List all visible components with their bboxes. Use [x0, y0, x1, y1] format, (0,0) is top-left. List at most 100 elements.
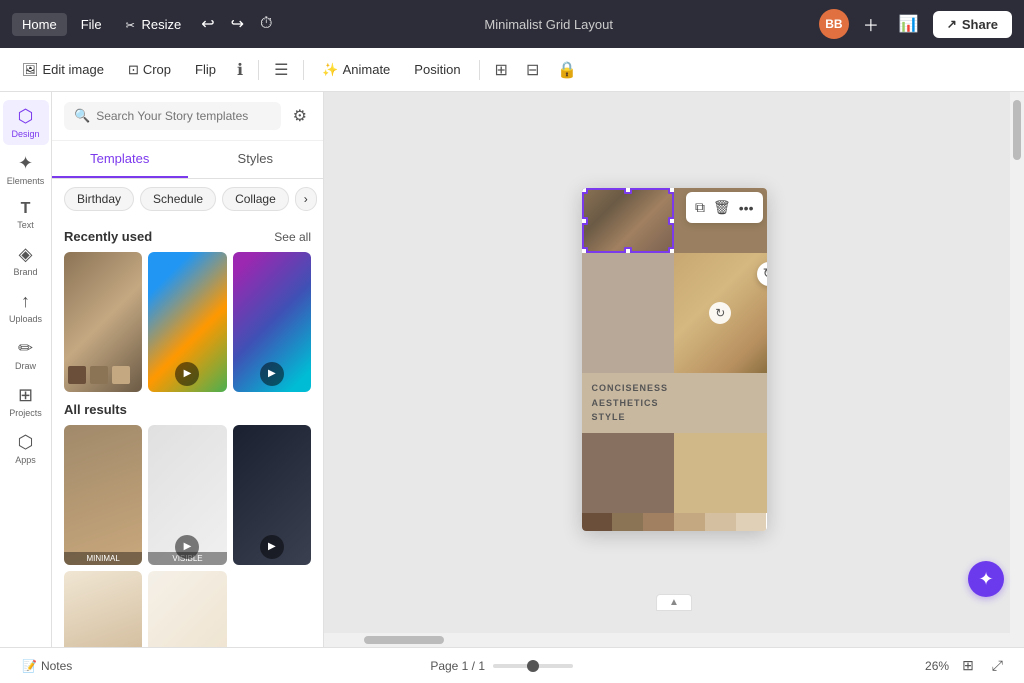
color-swatch-1 [582, 513, 613, 531]
result-template-4[interactable] [64, 571, 142, 647]
crop-button[interactable]: ⊡ Crop [118, 57, 181, 83]
canvas-card: ⧉ 🗑 ••• ↻ [582, 188, 767, 530]
share-button[interactable]: ↗ Share [933, 11, 1012, 38]
resize-button[interactable]: ✂ Resize [116, 13, 192, 36]
grid-view-button[interactable]: ⊞ [957, 654, 979, 677]
tab-templates[interactable]: Templates [52, 141, 188, 178]
file-button[interactable]: File [71, 13, 112, 36]
sel-handle-lm[interactable] [582, 217, 588, 225]
sidebar-item-projects[interactable]: ⊞ Projects [3, 379, 49, 424]
vertical-scroll-thumb[interactable] [1013, 100, 1021, 160]
collapse-button[interactable]: ▲ [656, 594, 692, 611]
resize-icon: ✂ [126, 20, 135, 32]
info-button[interactable]: ℹ [230, 55, 250, 85]
divider [258, 60, 259, 80]
edit-image-button[interactable]: 🖼 Edit image [12, 57, 114, 83]
filter-button[interactable]: ⚙ [289, 102, 311, 130]
result-template-1[interactable]: MINIMAL [64, 425, 142, 565]
avatar[interactable]: BB [819, 9, 849, 39]
sel-handle-tl[interactable] [582, 188, 588, 194]
play-overlay-3: ▶ [260, 362, 284, 386]
delete-button[interactable]: 🗑 [710, 196, 734, 219]
sidebar-label-brand: Brand [13, 267, 37, 277]
result-template-3[interactable]: ▶ [233, 425, 311, 565]
tab-styles[interactable]: Styles [188, 141, 324, 178]
animate-button[interactable]: ✨ Animate [312, 57, 400, 83]
search-input-wrap[interactable]: 🔍 [64, 102, 281, 130]
search-input[interactable] [96, 109, 270, 123]
result-template-2[interactable]: VISIBLE ▶ [148, 425, 226, 565]
analytics-button[interactable]: 📊 [893, 10, 925, 38]
vertical-scrollbar[interactable] [1010, 92, 1024, 647]
page-slider[interactable] [493, 664, 573, 668]
chip-collage[interactable]: Collage [222, 187, 289, 211]
sel-handle-tm[interactable] [624, 188, 632, 194]
page-slider-thumb[interactable] [527, 660, 539, 672]
recently-used-header: Recently used See all [64, 219, 311, 252]
doc-title: Minimalist Grid Layout [484, 17, 613, 32]
image-cell-bottom-right[interactable] [674, 433, 767, 513]
sidebar-icons: ⬡ Design ✦ Elements T Text ◈ Brand ↑ Upl… [0, 92, 52, 647]
apps-icon: ⬡ [18, 432, 34, 453]
lock-button[interactable]: 🔒 [550, 55, 584, 85]
color-swatch-2 [612, 513, 643, 531]
recent-template-1[interactable] [64, 252, 142, 392]
chip-birthday[interactable]: Birthday [64, 187, 134, 211]
horizontal-scroll-thumb[interactable] [364, 636, 444, 644]
ai-assistant-button[interactable]: ✦ [968, 561, 1004, 597]
sidebar-item-draw[interactable]: ✏ Draw [3, 332, 49, 377]
elements-icon: ✦ [18, 153, 33, 174]
draw-icon: ✏ [18, 338, 33, 359]
align-button[interactable]: ⊟ [519, 55, 546, 85]
chip-schedule[interactable]: Schedule [140, 187, 216, 211]
image-cell-top-left[interactable] [582, 188, 675, 253]
sidebar-item-brand[interactable]: ◈ Brand [3, 238, 49, 283]
add-button[interactable]: ＋ [857, 8, 885, 40]
home-button[interactable]: Home [12, 13, 67, 36]
divider3 [479, 60, 480, 80]
sidebar-item-design[interactable]: ⬡ Design [3, 100, 49, 145]
image-cell-mid-left[interactable] [582, 253, 675, 373]
text-line-2: AESTHETICS [592, 396, 757, 410]
notes-icon: 📝 [22, 659, 37, 673]
page-info: Page 1 / 1 [430, 659, 485, 673]
recent-template-2[interactable]: ▶ [148, 252, 226, 392]
sidebar-item-uploads[interactable]: ↑ Uploads [3, 285, 49, 330]
ai-icon: ✦ [978, 569, 993, 590]
edit-image-icon: 🖼 [22, 62, 39, 78]
chip-row: Birthday Schedule Collage › [52, 179, 323, 219]
menu-button[interactable]: ☰ [267, 55, 295, 85]
image-cell-bottom-left[interactable] [582, 433, 675, 513]
timer-button[interactable]: ⏱ [254, 11, 278, 37]
result-template-5[interactable]: MONDAY [148, 571, 226, 647]
uploads-icon: ↑ [21, 291, 30, 312]
copy-to-pages-button[interactable]: ⧉ [692, 196, 708, 219]
color-swatch-3 [643, 513, 674, 531]
sidebar-item-text[interactable]: T Text [3, 194, 49, 236]
play-overlay-4: ▶ [175, 535, 199, 559]
chip-more[interactable]: › [295, 187, 317, 211]
refresh-overlay[interactable]: ↻ [709, 302, 731, 324]
sidebar-item-apps[interactable]: ⬡ Apps [3, 426, 49, 471]
more-options-button[interactable]: ••• [736, 197, 757, 219]
undo-button[interactable]: ↩ [195, 10, 220, 38]
more-icon: ••• [739, 200, 754, 216]
notes-button[interactable]: 📝 Notes [16, 655, 78, 677]
color-swatch-5 [705, 513, 736, 531]
sidebar-item-elements[interactable]: ✦ Elements [3, 147, 49, 192]
position-button[interactable]: Position [404, 57, 470, 82]
grid-button[interactable]: ⊞ [488, 55, 515, 85]
fullscreen-button[interactable]: ⤢ [987, 654, 1008, 677]
sidebar-label-apps: Apps [15, 455, 36, 465]
redo-button[interactable]: ↪ [225, 10, 250, 38]
text-cell: CONCISENESS AESTHETICS STYLE [582, 373, 767, 432]
all-results-grid: MINIMAL VISIBLE ▶ ▶ MONDAY [64, 425, 311, 647]
flip-button[interactable]: Flip [185, 57, 226, 82]
horizontal-scrollbar[interactable] [324, 633, 1010, 647]
brand-icon: ◈ [19, 244, 33, 265]
image-cell-mid-right[interactable]: ↻ [674, 253, 767, 373]
recent-template-3[interactable]: ▶ [233, 252, 311, 392]
see-all-recently-used[interactable]: See all [274, 230, 311, 244]
canvas-area[interactable]: ⧉ 🗑 ••• ↻ [324, 92, 1024, 647]
color-swatch-4 [674, 513, 705, 531]
